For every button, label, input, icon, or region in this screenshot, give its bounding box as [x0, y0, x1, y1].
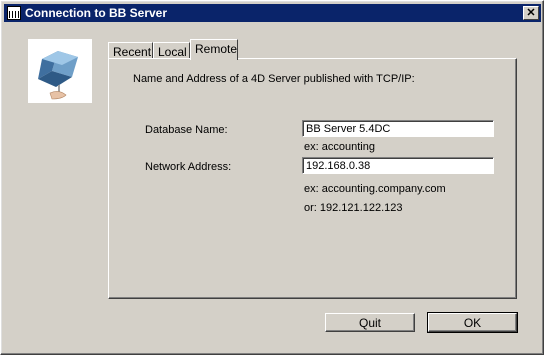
quit-button[interactable]: Quit [325, 313, 415, 332]
window-title: Connection to BB Server [25, 6, 168, 20]
network-address-input[interactable] [302, 157, 494, 174]
app-window-icon [7, 6, 21, 20]
title-bar[interactable]: Connection to BB Server ✕ [4, 4, 541, 22]
database-name-hint: ex: accounting [304, 141, 375, 153]
close-button[interactable]: ✕ [523, 6, 539, 20]
intro-text: Name and Address of a 4D Server publishe… [133, 73, 415, 85]
network-address-hint-ip: or: 192.121.122.123 [304, 202, 403, 214]
dialog-window: Connection to BB Server ✕ Recent Local R… [0, 0, 544, 355]
network-address-hint: ex: accounting.company.com [304, 183, 446, 195]
tab-remote[interactable]: Remote [190, 39, 238, 60]
network-address-label: Network Address: [145, 161, 232, 173]
database-name-input[interactable] [302, 120, 494, 137]
cube-server-logo-icon [28, 39, 92, 103]
database-name-label: Database Name: [145, 124, 228, 136]
ok-button[interactable]: OK [427, 312, 518, 333]
remote-tab-panel: Name and Address of a 4D Server publishe… [108, 58, 517, 299]
close-icon: ✕ [526, 6, 536, 19]
